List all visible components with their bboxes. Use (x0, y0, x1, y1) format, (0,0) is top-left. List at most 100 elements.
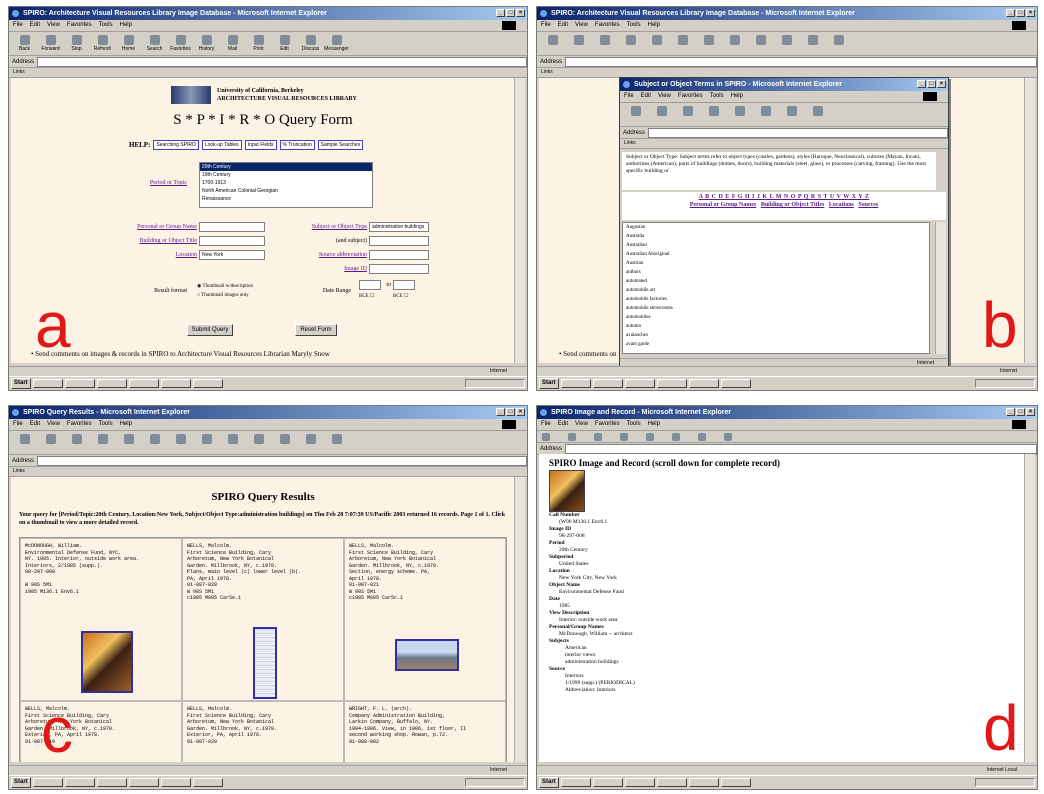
maximize-button[interactable]: □ (927, 80, 936, 88)
menu-favorites[interactable]: Favorites (595, 22, 620, 28)
period-listbox[interactable]: 20th Century 19th Century 1700-1913 Nort… (199, 162, 373, 208)
home-button[interactable] (645, 432, 668, 441)
menu-edit[interactable]: Edit (30, 22, 40, 28)
menu-favorites[interactable]: Favorites (67, 22, 92, 28)
start-button[interactable]: Start (539, 777, 559, 788)
result-thumbnail[interactable] (81, 631, 133, 693)
personal-name-link[interactable]: Personal or Group Name (101, 224, 197, 230)
source-abbrev-link[interactable]: Source abbreviation (281, 252, 367, 258)
comment-text[interactable]: Send comments on images & records in SPI… (35, 350, 330, 358)
task-button[interactable] (96, 379, 127, 388)
menu-file[interactable]: File (13, 421, 23, 427)
print-button[interactable] (775, 33, 798, 54)
messenger-button[interactable] (325, 432, 348, 453)
term-item[interactable]: avalanches (623, 331, 929, 340)
close-button[interactable]: × (516, 9, 525, 17)
mail-button[interactable]: Mail (221, 33, 244, 54)
personal-name-input[interactable] (199, 222, 265, 232)
help-searching-button[interactable]: Searching SPIRO (153, 140, 199, 150)
stop-button[interactable] (593, 33, 616, 54)
and-subject-input[interactable] (369, 236, 429, 246)
image-id-link[interactable]: Image ID (281, 266, 367, 272)
menu-tools[interactable]: Tools (99, 421, 113, 427)
term-item[interactable]: avant garde (623, 340, 929, 349)
term-item[interactable]: Austrian (623, 259, 929, 268)
search-button[interactable] (754, 104, 777, 125)
refresh-button[interactable] (91, 432, 114, 453)
address-input[interactable] (565, 56, 1037, 67)
close-button[interactable]: × (516, 408, 525, 416)
radio-thumbnail-desc[interactable]: ◉ Thumbnail w/description (197, 283, 253, 289)
minimize-button[interactable]: _ (917, 80, 926, 88)
menu-file[interactable]: File (13, 22, 23, 28)
history-button[interactable] (723, 432, 746, 441)
period-option[interactable]: 1700-1913 (200, 179, 372, 187)
address-input[interactable] (37, 455, 527, 466)
menu-edit[interactable]: Edit (30, 421, 40, 427)
menu-help[interactable]: Help (731, 93, 743, 99)
menu-help[interactable]: Help (648, 22, 660, 28)
task-button[interactable] (624, 379, 655, 388)
stop-button[interactable] (676, 104, 699, 125)
minimize-button[interactable]: _ (496, 408, 505, 416)
back-button[interactable]: Back (13, 33, 36, 54)
history-button[interactable]: History (195, 33, 218, 54)
refresh-button[interactable] (619, 33, 642, 54)
term-item[interactable]: automated (623, 277, 929, 286)
submit-query-button[interactable]: Submit Query (187, 324, 233, 336)
menu-favorites[interactable]: Favorites (67, 421, 92, 427)
menu-favorites[interactable]: Favorites (595, 421, 620, 427)
location-input[interactable]: New York (199, 250, 265, 260)
task-button[interactable] (560, 778, 591, 787)
record-image[interactable] (549, 470, 585, 512)
task-button[interactable] (160, 379, 191, 388)
menu-help[interactable]: Help (120, 421, 132, 427)
close-button[interactable]: × (1026, 408, 1035, 416)
popup-address-input[interactable] (648, 127, 948, 138)
source-abbrev-input[interactable] (369, 250, 429, 260)
mail-button[interactable] (221, 432, 244, 453)
period-option[interactable]: North American Colonial Georgian (200, 187, 372, 195)
links-label[interactable]: Links (13, 468, 25, 474)
term-item[interactable]: Australian Aboriginal (623, 250, 929, 259)
search-button[interactable]: Search (143, 33, 166, 54)
result-thumbnail[interactable] (395, 639, 459, 671)
result-thumbnail[interactable] (253, 627, 277, 699)
task-button[interactable] (688, 379, 719, 388)
menu-view[interactable]: View (47, 421, 60, 427)
subject-terms-list[interactable]: Augustan Australia Australian Australian… (622, 222, 930, 354)
menu-view[interactable]: View (575, 421, 588, 427)
building-titles-link[interactable]: Building or Object Titles (761, 202, 825, 208)
history-button[interactable] (195, 432, 218, 453)
forward-button[interactable] (567, 432, 590, 441)
favorites-button[interactable] (169, 432, 192, 453)
start-button[interactable]: Start (11, 378, 31, 389)
task-button[interactable] (720, 778, 751, 787)
period-option[interactable]: 19th Century (200, 171, 372, 179)
task-button[interactable] (64, 778, 95, 787)
mail-button[interactable] (749, 33, 772, 54)
term-item[interactable]: Australian (623, 241, 929, 250)
building-title-input[interactable] (199, 236, 265, 246)
term-item[interactable]: authors (623, 268, 929, 277)
subject-link[interactable]: Subject or Object Type (281, 224, 367, 230)
menu-edit[interactable]: Edit (641, 93, 651, 99)
messenger-button[interactable] (827, 33, 850, 54)
home-button[interactable]: Home (117, 33, 140, 54)
refresh-button[interactable] (702, 104, 725, 125)
menu-view[interactable]: View (47, 22, 60, 28)
menu-tools[interactable]: Tools (627, 421, 641, 427)
date-to-input[interactable] (393, 280, 415, 290)
bce-from-checkbox[interactable]: BCE ☐ (359, 293, 374, 299)
task-button[interactable] (592, 778, 623, 787)
subject-input[interactable]: administration buildings (369, 222, 429, 232)
vertical-scrollbar[interactable] (514, 477, 525, 762)
menu-file[interactable]: File (541, 421, 551, 427)
search-button[interactable] (671, 33, 694, 54)
task-button[interactable] (160, 778, 191, 787)
image-id-input[interactable] (369, 264, 429, 274)
task-button[interactable] (688, 778, 719, 787)
edit-button[interactable]: Edit (273, 33, 296, 54)
close-button[interactable]: × (937, 80, 946, 88)
locations-link[interactable]: Locations (829, 202, 854, 208)
